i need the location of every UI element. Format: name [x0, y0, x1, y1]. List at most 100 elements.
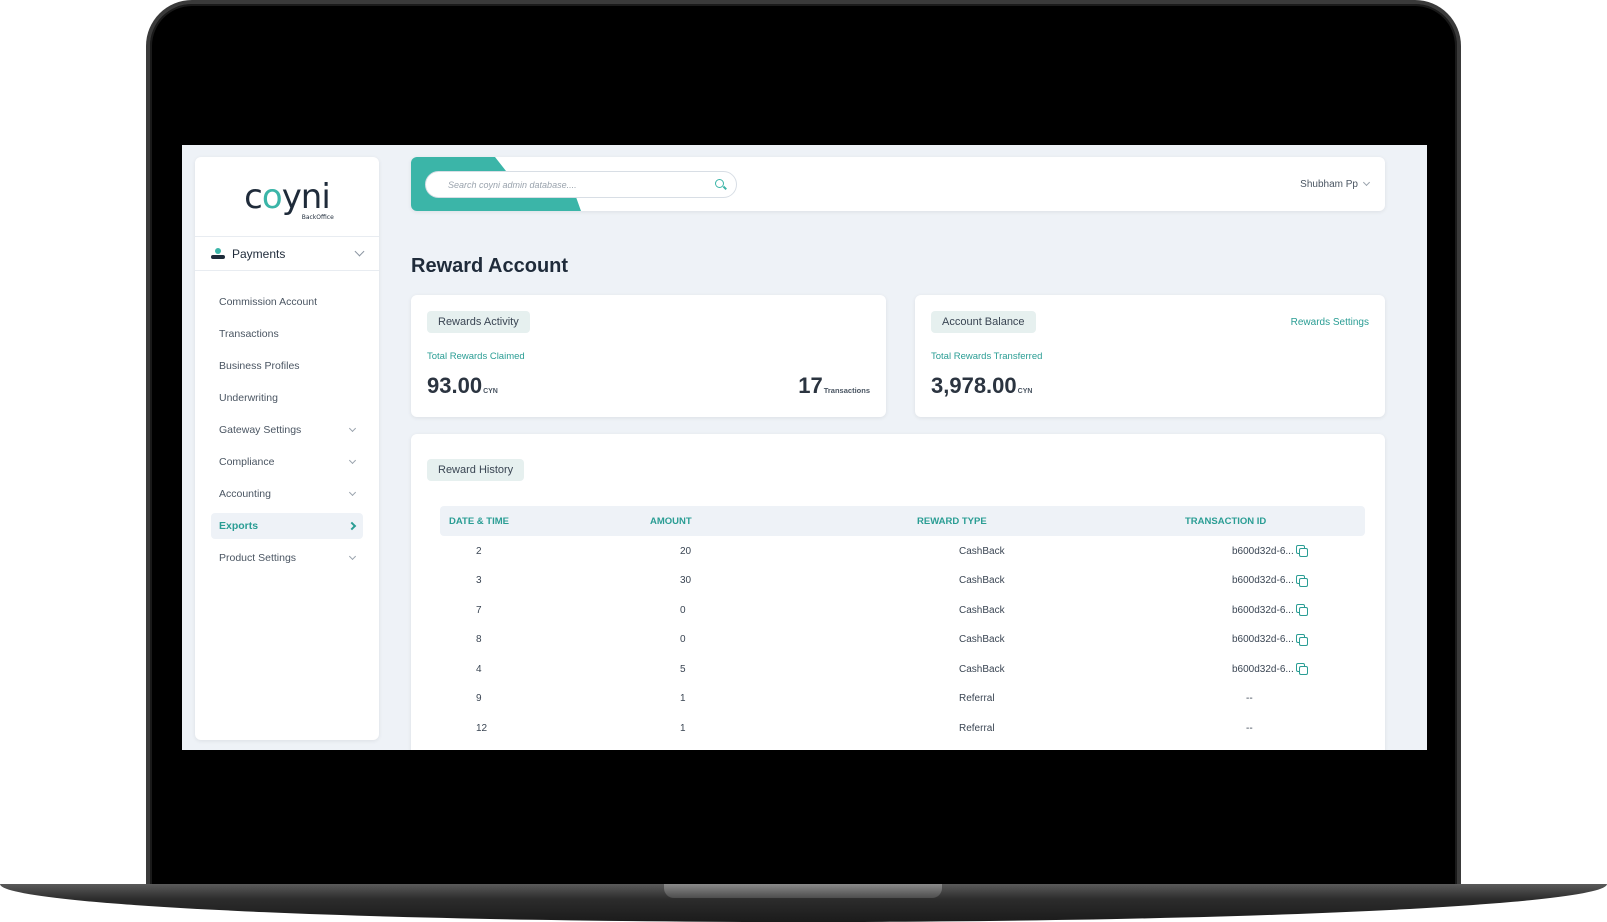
cell-amount: 1 [680, 713, 686, 743]
laptop-notch [664, 884, 942, 898]
cell-date: 4 [476, 654, 482, 684]
table-row[interactable]: 3 30 CashBack b600d32d-6... [440, 566, 1365, 596]
cell-transaction-id-text: -- [1246, 722, 1253, 734]
sidebar: coyni BackOffice Payments Commission Acco… [195, 157, 379, 740]
sidebar-item-label: Gateway Settings [219, 424, 302, 436]
column-header-date[interactable]: DATE & TIME [449, 506, 509, 536]
sidebar-item-accounting[interactable]: Accounting [211, 481, 363, 507]
cell-transaction-id: b600d32d-6... [1232, 536, 1308, 566]
chevron-down-icon [348, 488, 357, 496]
cell-date: 9 [476, 684, 482, 714]
table-row[interactable]: 8 0 CashBack b600d32d-6... [440, 625, 1365, 655]
logo-wordmark: coyni BackOffice [244, 176, 334, 221]
table-row[interactable]: 4 5 CashBack b600d32d-6... [440, 654, 1365, 684]
cell-date-text: 12 [476, 722, 488, 734]
cell-reward-type-text: CashBack [959, 663, 1005, 675]
cell-reward-type-text: CashBack [959, 575, 1005, 586]
sidebar-item-business-profiles[interactable]: Business Profiles [211, 353, 363, 379]
cell-reward-type-text: Referral [959, 693, 995, 704]
copy-icon[interactable] [1295, 604, 1308, 616]
cell-date: 8 [476, 625, 482, 655]
cell-reward-type-text: Referral [959, 722, 995, 734]
rewards-activity-card: Rewards Activity Total Rewards Claimed 9… [411, 295, 886, 417]
sidebar-item-compliance[interactable]: Compliance [211, 449, 363, 475]
table-row[interactable]: 12 1 Referral -- [440, 713, 1365, 743]
cell-transaction-id: b600d32d-6... [1232, 625, 1308, 655]
cell-amount: 20 [680, 536, 691, 566]
table-row[interactable]: 2 20 CashBack b600d32d-6... [440, 536, 1365, 566]
column-header-amount[interactable]: AMOUNT [650, 506, 692, 536]
sidebar-item-label: Accounting [219, 488, 271, 500]
logo-subtitle: BackOffice [301, 213, 334, 221]
currency-unit: CYN [1017, 388, 1033, 395]
cell-amount: 1 [680, 684, 686, 714]
cell-transaction-id: -- [1246, 684, 1253, 714]
reward-history-card: Reward History DATE & TIME AMOUNT REWARD… [411, 434, 1385, 750]
rewards-settings-link[interactable]: Rewards Settings [1291, 317, 1369, 328]
cell-transaction-id-text: b600d32d-6... [1232, 575, 1294, 586]
cell-reward-type: CashBack [959, 566, 1005, 596]
cell-date-text: 4 [476, 663, 482, 675]
cell-date-text: 2 [476, 545, 482, 557]
sidebar-item-product-settings[interactable]: Product Settings [211, 545, 363, 571]
total-rewards-claimed-label: Total Rewards Claimed [427, 351, 525, 362]
cell-date-text: 8 [476, 634, 482, 645]
currency-unit: CYN [483, 388, 498, 395]
cell-date-text: 3 [476, 575, 482, 586]
copy-icon[interactable] [1295, 574, 1308, 587]
transactions-count: 17Transactions [798, 373, 870, 398]
sidebar-item-label: Product Settings [219, 552, 297, 564]
cell-transaction-id-text: b600d32d-6... [1232, 545, 1294, 557]
top-bar: Shubham Pp [411, 157, 1385, 211]
cell-transaction-id: b600d32d-6... [1232, 566, 1308, 596]
total-rewards-claimed-value: 93.00CYN [427, 373, 498, 398]
column-header-transaction-id[interactable]: TRANSACTION ID [1185, 506, 1266, 536]
table-row[interactable]: 7 0 CashBack b600d32d-6... [440, 595, 1365, 625]
cell-amount-text: 0 [680, 604, 686, 616]
sidebar-item-commission-account[interactable]: Commission Account [211, 289, 363, 315]
chevron-down-icon [348, 552, 357, 560]
sidebar-item-label: Underwriting [219, 392, 278, 404]
cell-date: 12 [476, 713, 487, 743]
search-icon[interactable] [715, 179, 726, 190]
cell-date-text: 7 [476, 604, 482, 616]
sidebar-item-label: Compliance [219, 456, 275, 468]
reward-history-chip: Reward History [427, 459, 525, 481]
chevron-down-icon [348, 456, 357, 464]
sidebar-item-transactions[interactable]: Transactions [211, 321, 363, 347]
cell-transaction-id: b600d32d-6... [1232, 654, 1308, 684]
cell-date: 3 [476, 566, 482, 596]
screen: coyni BackOffice Payments Commission Acco… [182, 145, 1427, 750]
chevron-down-icon [354, 246, 365, 257]
table-row[interactable]: 9 1 Referral -- [440, 684, 1365, 714]
search-input[interactable] [448, 179, 715, 190]
cell-amount: 5 [680, 654, 686, 684]
cell-date: 7 [476, 595, 482, 625]
user-menu[interactable]: Shubham Pp [1300, 157, 1371, 211]
copy-icon[interactable] [1295, 545, 1308, 557]
cell-amount-text: 1 [680, 722, 686, 734]
sidebar-item-exports[interactable]: Exports [211, 513, 363, 539]
cell-transaction-id: b600d32d-6... [1232, 595, 1308, 625]
cell-amount: 0 [680, 625, 686, 655]
copy-icon[interactable] [1295, 633, 1308, 646]
search-box[interactable] [425, 171, 737, 198]
payments-section-toggle[interactable]: Payments [195, 237, 379, 271]
chevron-down-icon [348, 424, 357, 432]
sidebar-item-underwriting[interactable]: Underwriting [211, 385, 363, 411]
logo[interactable]: coyni BackOffice [195, 157, 379, 237]
column-header-reward-type[interactable]: REWARD TYPE [917, 506, 987, 536]
cell-amount: 0 [680, 595, 686, 625]
cell-reward-type-text: CashBack [959, 545, 1005, 557]
sidebar-item-gateway-settings[interactable]: Gateway Settings [211, 417, 363, 443]
sidebar-item-label: Business Profiles [219, 360, 300, 372]
cell-transaction-id-text: b600d32d-6... [1232, 634, 1294, 645]
total-rewards-transferred-label: Total Rewards Transferred [931, 351, 1043, 362]
copy-icon[interactable] [1295, 663, 1308, 675]
account-balance-chip: Account Balance [931, 311, 1036, 333]
cell-reward-type-text: CashBack [959, 604, 1005, 616]
cell-transaction-id: -- [1246, 713, 1253, 743]
sidebar-nav: Commission Account Transactions Business P… [195, 271, 379, 571]
account-balance-card: Account Balance Rewards Settings Total R… [915, 295, 1385, 417]
cell-reward-type: Referral [959, 713, 995, 743]
